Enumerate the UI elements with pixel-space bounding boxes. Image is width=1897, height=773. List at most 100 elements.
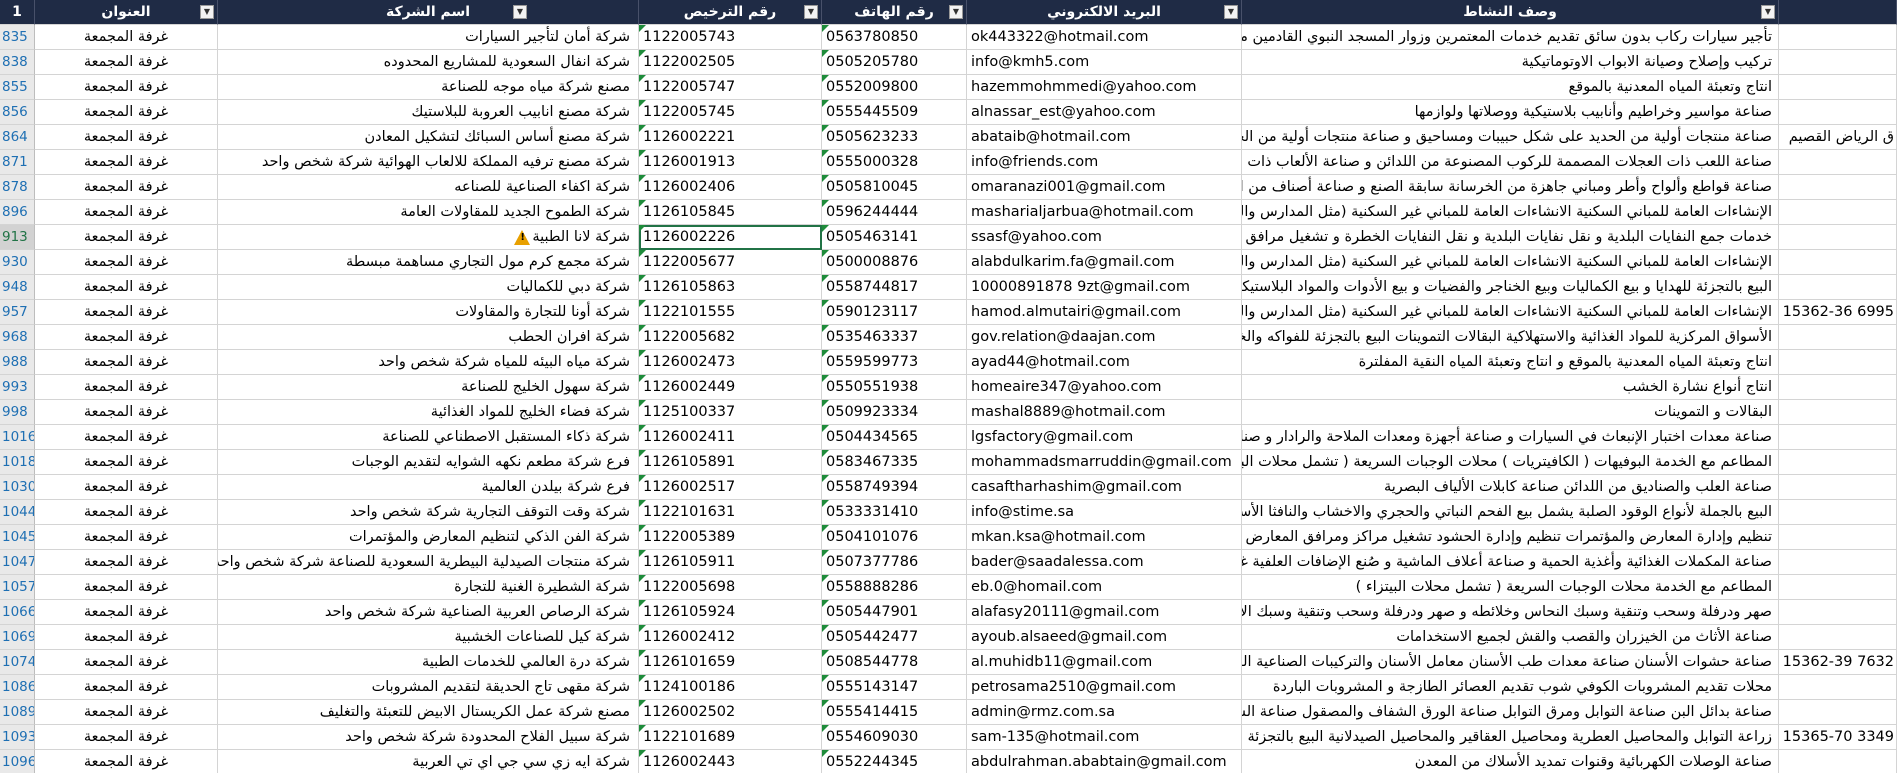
column-header-email[interactable]: البريد الالكتروني ▼	[967, 0, 1242, 25]
cell-phone[interactable]: 0555445509	[822, 100, 967, 125]
cell-activity[interactable]: محلات تقديم المشروبات الكوفي شوب تقديم ا…	[1242, 675, 1779, 700]
cell-address[interactable]: غرفة المجمعة	[35, 275, 218, 300]
cell-phone[interactable]: 0535463337	[822, 325, 967, 350]
cell-company[interactable]: شركة دبي للكماليات	[218, 275, 639, 300]
cell-extra[interactable]	[1779, 625, 1897, 650]
cell-email[interactable]: hazemmohmmedi@yahoo.com	[967, 75, 1242, 100]
warning-icon[interactable]	[514, 229, 531, 245]
table-row[interactable]: 864 غرفة المجمعة شركة مصنع أساس السبائك لت…	[0, 125, 1897, 150]
cell-email[interactable]: gov.relation@daajan.com	[967, 325, 1242, 350]
cell-company[interactable]: شركة مياه البيئه للمياه شركة شخص واحد	[218, 350, 639, 375]
cell-company[interactable]: شركة انفال السعودية للمشاريع المحدوده	[218, 50, 639, 75]
cell-address[interactable]: غرفة المجمعة	[35, 25, 218, 50]
cell-address[interactable]: غرفة المجمعة	[35, 200, 218, 225]
row-number[interactable]: 835	[0, 25, 35, 50]
cell-license[interactable]: 1122005743	[639, 25, 822, 50]
cell-email[interactable]: abataib@hotmail.com	[967, 125, 1242, 150]
cell-company[interactable]: شركة الفن الذكي لتنظيم المعارض والمؤتمرا…	[218, 525, 639, 550]
cell-activity[interactable]: تنظيم وإدارة المعارض والمؤتمرات تنظيم وإ…	[1242, 525, 1779, 550]
cell-phone[interactable]: 0558744817	[822, 275, 967, 300]
cell-extra[interactable]: 3349 15365-70	[1779, 725, 1897, 750]
row-number[interactable]: 957	[0, 300, 35, 325]
cell-phone[interactable]: 0552244345	[822, 750, 967, 773]
cell-phone[interactable]: 0509923334	[822, 400, 967, 425]
cell-email[interactable]: alafasy20111@gmail.com	[967, 600, 1242, 625]
row-number[interactable]: 838	[0, 50, 35, 75]
cell-address[interactable]: غرفة المجمعة	[35, 300, 218, 325]
cell-company[interactable]: شركة درة العالمي للخدمات الطبية	[218, 650, 639, 675]
cell-phone[interactable]: 0504101076	[822, 525, 967, 550]
column-header-phone[interactable]: رقم الهاتف ▼	[822, 0, 967, 25]
cell-phone[interactable]: 0558749394	[822, 475, 967, 500]
table-row[interactable]: 913غرفة المجمعة شركة لانا الطبية 112600222…	[0, 225, 1897, 250]
cell-address[interactable]: غرفة المجمعة	[35, 450, 218, 475]
cell-email[interactable]: al.muhidb11@gmail.com	[967, 650, 1242, 675]
row-number[interactable]: 1044	[0, 500, 35, 525]
table-row[interactable]: 988 غرفة المجمعة شركة مياه البيئه للمياه ش…	[0, 350, 1897, 375]
cell-extra[interactable]	[1779, 100, 1897, 125]
cell-license[interactable]: 1126002449	[639, 375, 822, 400]
cell-email[interactable]: info@stime.sa	[967, 500, 1242, 525]
table-row[interactable]: 1066 غرفة المجمعة شركة الرصاص العربية الصن…	[0, 600, 1897, 625]
cell-phone[interactable]: 0552009800	[822, 75, 967, 100]
cell-email[interactable]: mkan.ksa@hotmail.com	[967, 525, 1242, 550]
cell-extra[interactable]	[1779, 600, 1897, 625]
cell-email[interactable]: ok443322@hotmail.com	[967, 25, 1242, 50]
row-number[interactable]: 988	[0, 350, 35, 375]
cell-phone[interactable]: 0555143147	[822, 675, 967, 700]
cell-email[interactable]: omaranazi001@gmail.com	[967, 175, 1242, 200]
cell-extra[interactable]	[1779, 400, 1897, 425]
cell-phone[interactable]: 0505463141	[822, 225, 967, 250]
cell-address[interactable]: غرفة المجمعة	[35, 75, 218, 100]
cell-address[interactable]: غرفة المجمعة	[35, 600, 218, 625]
cell-company[interactable]: شركة الطموح الجديد للمقاولات العامة	[218, 200, 639, 225]
cell-license[interactable]: 1126002473	[639, 350, 822, 375]
cell-activity[interactable]: تأجير سيارات ركاب بدون سائق تقديم خدمات …	[1242, 25, 1779, 50]
cell-email[interactable]: mashal8889@hotmail.com	[967, 400, 1242, 425]
cell-license[interactable]: 1126002221	[639, 125, 822, 150]
row-number[interactable]: 871	[0, 150, 35, 175]
cell-activity[interactable]: انتاج أنواع نشارة الخشب	[1242, 375, 1779, 400]
cell-license[interactable]: 1126002406	[639, 175, 822, 200]
cell-email[interactable]: petrosama2510@gmail.com	[967, 675, 1242, 700]
row-number[interactable]: 878	[0, 175, 35, 200]
cell-extra[interactable]: 7632 15362-39	[1779, 650, 1897, 675]
row-number[interactable]: 1018	[0, 450, 35, 475]
cell-license[interactable]: 1126001913	[639, 150, 822, 175]
cell-company[interactable]: شركة سبيل الفلاح المحدودة شركة شخص واحد	[218, 725, 639, 750]
row-number[interactable]: 930	[0, 250, 35, 275]
row-number[interactable]: 1030	[0, 475, 35, 500]
table-row[interactable]: 948 غرفة المجمعة شركة دبي للكماليات 1126105…	[0, 275, 1897, 300]
table-row[interactable]: 1096 غرفة المجمعة شركة ايه زي سي جي اي تي …	[0, 750, 1897, 773]
filter-dropdown-icon[interactable]: ▼	[1761, 5, 1775, 19]
cell-license[interactable]: 1122005747	[639, 75, 822, 100]
cell-phone[interactable]: 0554609030	[822, 725, 967, 750]
cell-company[interactable]: شركة كيل للصناعات الخشبية	[218, 625, 639, 650]
cell-activity[interactable]: الإنشاءات العامة للمباني السكنية الانشاء…	[1242, 200, 1779, 225]
row-number[interactable]: 1045	[0, 525, 35, 550]
cell-activity[interactable]: البقالات و التموينات	[1242, 400, 1779, 425]
cell-license[interactable]: 1126002517	[639, 475, 822, 500]
cell-phone[interactable]: 0590123117	[822, 300, 967, 325]
table-row[interactable]: 896 غرفة المجمعة شركة الطموح الجديد للمقاو…	[0, 200, 1897, 225]
cell-email[interactable]: casaftharhashim@gmail.com	[967, 475, 1242, 500]
table-row[interactable]: 1089 غرفة المجمعة مصنع شركة عمل الكريستال …	[0, 700, 1897, 725]
cell-address[interactable]: غرفة المجمعة	[35, 500, 218, 525]
cell-license[interactable]: 1122005682	[639, 325, 822, 350]
table-row[interactable]: 871 غرفة المجمعة شركة مصنع ترفيه المملكة ل…	[0, 150, 1897, 175]
cell-company[interactable]: شركة اكفاء الصناعية للصناعه	[218, 175, 639, 200]
table-row[interactable]: 1030 غرفة المجمعة فرع شركة بيلدن العالمية 1…	[0, 475, 1897, 500]
cell-phone[interactable]: 0533331410	[822, 500, 967, 525]
cell-company[interactable]: شركة مجمع كرم مول التجاري مساهمة مبسطة	[218, 250, 639, 275]
cell-company[interactable]: شركة مصنع أساس السبائك لتشكيل المعادن	[218, 125, 639, 150]
table-row[interactable]: 993 غرفة المجمعة شركة سهول الخليج للصناعة 1…	[0, 375, 1897, 400]
cell-activity[interactable]: البيع بالجملة لأنواع الوقود الصلبة يشمل …	[1242, 500, 1779, 525]
cell-activity[interactable]: صناعة الأثاث من الخيزران والقصب والقش لج…	[1242, 625, 1779, 650]
row-number[interactable]: 998	[0, 400, 35, 425]
cell-company[interactable]: مصنع شركة مياه موجه للصناعة	[218, 75, 639, 100]
row-number[interactable]: 1069	[0, 625, 35, 650]
table-row[interactable]: 998 غرفة المجمعة شركة فضاء الخليج للمواد ا…	[0, 400, 1897, 425]
cell-extra[interactable]	[1779, 700, 1897, 725]
cell-license[interactable]: 1122005389	[639, 525, 822, 550]
table-row[interactable]: 1086 غرفة المجمعة شركة مقهى تاج الحديقة لت…	[0, 675, 1897, 700]
